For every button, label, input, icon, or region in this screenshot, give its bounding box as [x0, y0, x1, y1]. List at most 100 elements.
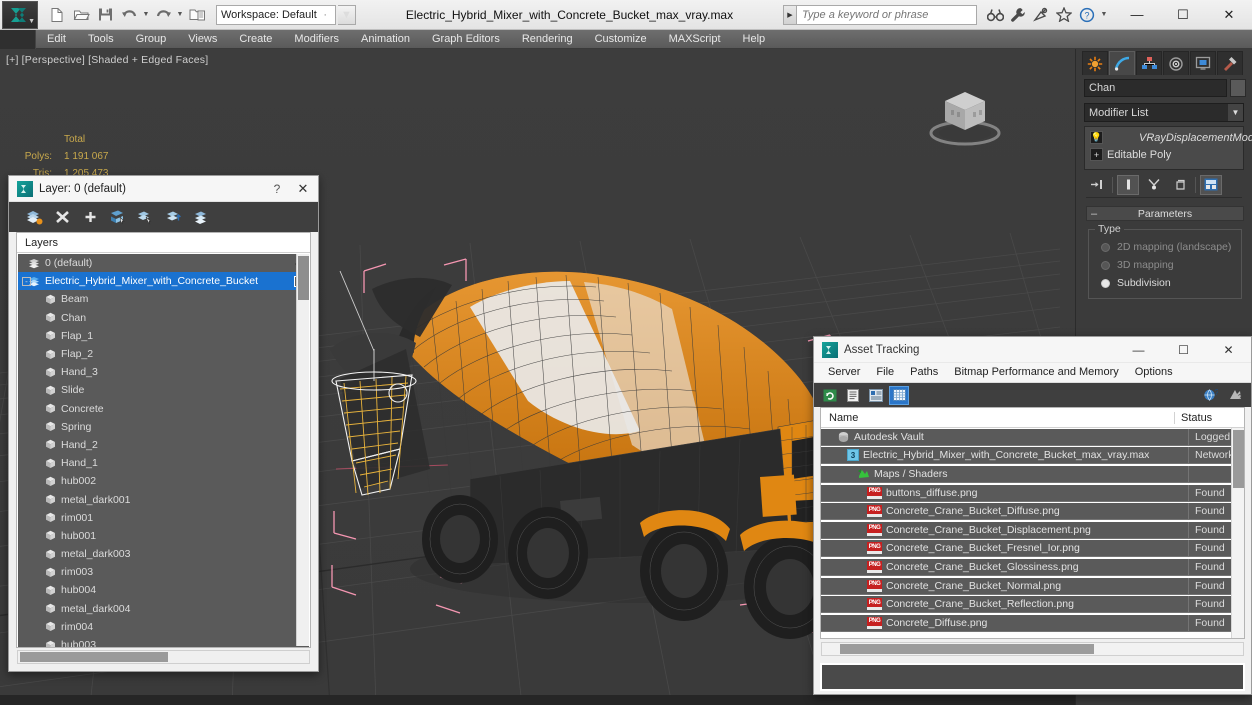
- create-new-layer-icon[interactable]: [21, 205, 47, 229]
- hierarchy-tab[interactable]: [1136, 51, 1162, 75]
- wrench-icon[interactable]: [1008, 5, 1028, 25]
- search-dropdown-icon[interactable]: ▶: [783, 4, 797, 25]
- select-highlighted-layers-icon[interactable]: [133, 205, 159, 229]
- layer-row[interactable]: Hand_3: [18, 363, 309, 381]
- close-button[interactable]: ✕: [288, 181, 318, 197]
- workspace-selector[interactable]: Workspace: Default ·: [216, 4, 336, 25]
- menu-item-create[interactable]: Create: [228, 30, 283, 49]
- asset-tracking-titlebar[interactable]: Asset Tracking — ☐ ✕: [814, 337, 1251, 363]
- remove-modifier-icon[interactable]: [1169, 174, 1191, 195]
- scrollbar-thumb[interactable]: [298, 256, 309, 300]
- list-view-icon[interactable]: [843, 386, 863, 405]
- make-unique-icon[interactable]: [1143, 174, 1165, 195]
- grid-view-icon[interactable]: [889, 385, 909, 405]
- modify-tab[interactable]: [1109, 51, 1135, 75]
- asset-list-vertical-scrollbar[interactable]: [1231, 428, 1244, 638]
- asset-rows-container[interactable]: Autodesk Vault Logged 3 Electric_Hybrid_Mi…: [821, 428, 1244, 638]
- menu-item-bitmap-performance-and-memory[interactable]: Bitmap Performance and Memory: [946, 363, 1126, 382]
- stack-item-vraydisplacementmod[interactable]: 💡 VRayDisplacementMod: [1087, 129, 1252, 146]
- new-file-icon[interactable]: [46, 4, 68, 26]
- layer-row[interactable]: Hand_2: [18, 436, 309, 454]
- redo-dropdown-caret-icon[interactable]: ▼: [176, 11, 184, 18]
- layer-row[interactable]: Spring: [18, 418, 309, 436]
- layer-row[interactable]: Concrete: [18, 400, 309, 418]
- star-icon[interactable]: [1054, 5, 1074, 25]
- layer-row[interactable]: 0 (default)✓: [18, 254, 309, 272]
- layer-row[interactable]: hub002: [18, 472, 309, 490]
- layer-dialog-titlebar[interactable]: Layer: 0 (default) ? ✕: [9, 176, 318, 202]
- stack-item-editable-poly[interactable]: + Editable Poly: [1087, 146, 1241, 163]
- save-file-icon[interactable]: [94, 4, 116, 26]
- radio-2d-mapping[interactable]: 2D mapping (landscape): [1095, 238, 1235, 256]
- asset-tracking-dialog[interactable]: Asset Tracking — ☐ ✕ Server File Paths B…: [813, 336, 1252, 695]
- layer-row[interactable]: metal_dark001: [18, 490, 309, 508]
- display-tab[interactable]: [1190, 51, 1216, 75]
- configure-modifier-sets-icon[interactable]: [1200, 174, 1222, 195]
- menu-item-animation[interactable]: Animation: [350, 30, 421, 49]
- radio-3d-mapping[interactable]: 3D mapping: [1095, 256, 1235, 274]
- viewport-label[interactable]: [+] [Perspective] [Shaded + Edged Faces]: [6, 54, 208, 66]
- column-header-status[interactable]: Status: [1174, 411, 1230, 424]
- layer-row[interactable]: rim003: [18, 563, 309, 581]
- layer-row[interactable]: hub004: [18, 581, 309, 599]
- object-name-field[interactable]: Chan: [1084, 79, 1227, 97]
- asset-row[interactable]: PNG Concrete_Crane_Bucket_Reflection.png F…: [821, 595, 1244, 614]
- detail-view-icon[interactable]: [866, 386, 886, 405]
- expander-icon[interactable]: -: [22, 276, 31, 286]
- layer-rows-container[interactable]: 0 (default)✓ - Electric_Hybrid_Mixer_with_…: [18, 254, 309, 647]
- modifier-stack[interactable]: 💡 VRayDisplacementMod + Editable Poly: [1084, 126, 1252, 170]
- layer-list[interactable]: Layers 0 (default)✓ - Electric_Hybrid_Mixe…: [16, 232, 311, 648]
- plus-expander-icon[interactable]: +: [1090, 148, 1103, 161]
- viewcube-icon[interactable]: [917, 77, 1013, 153]
- binoculars-icon[interactable]: [985, 5, 1005, 25]
- show-end-result-icon[interactable]: [1117, 174, 1139, 195]
- set-project-folder-icon[interactable]: [186, 4, 208, 26]
- layer-row[interactable]: Beam: [18, 290, 309, 308]
- radio-subdivision[interactable]: Subdivision: [1095, 274, 1235, 292]
- close-button[interactable]: ✕: [1206, 0, 1252, 30]
- utilities-tab[interactable]: [1217, 51, 1243, 75]
- layer-row[interactable]: Flap_1: [18, 327, 309, 345]
- asset-row[interactable]: PNG Concrete_Crane_Bucket_Diffuse.png Foun…: [821, 502, 1244, 521]
- delete-highlighted-layer-icon[interactable]: [49, 205, 75, 229]
- layer-row[interactable]: rim004: [18, 618, 309, 636]
- menu-item-modifiers[interactable]: Modifiers: [283, 30, 350, 49]
- undo-dropdown-caret-icon[interactable]: ▼: [142, 11, 150, 18]
- layer-row[interactable]: metal_dark003: [18, 545, 309, 563]
- refresh-icon[interactable]: [820, 386, 840, 405]
- asset-list-horizontal-scrollbar[interactable]: [821, 642, 1244, 656]
- layer-row[interactable]: Flap_2: [18, 345, 309, 363]
- asset-row[interactable]: PNG buttons_diffuse.png Found: [821, 484, 1244, 503]
- asset-row[interactable]: PNG Concrete_Crane_Bucket_Fresnel_Ior.png…: [821, 540, 1244, 559]
- asset-row[interactable]: PNG Concrete_Crane_Bucket_Glossiness.png F…: [821, 558, 1244, 577]
- pin-stack-icon[interactable]: [1086, 174, 1108, 195]
- layer-row[interactable]: - Electric_Hybrid_Mixer_with_Concrete_Buc…: [18, 272, 309, 291]
- menu-item-edit[interactable]: Edit: [36, 30, 77, 49]
- minimize-button[interactable]: —: [1116, 337, 1161, 363]
- motion-tab[interactable]: [1163, 51, 1189, 75]
- satellite-icon[interactable]: [1031, 5, 1051, 25]
- layer-row[interactable]: Hand_1: [18, 454, 309, 472]
- menu-item-help[interactable]: Help: [732, 30, 777, 49]
- maximize-button[interactable]: ☐: [1161, 337, 1206, 363]
- application-menu-button[interactable]: ▼: [2, 0, 38, 29]
- asset-row[interactable]: PNG Concrete_Diffuse.png Found: [821, 614, 1244, 633]
- select-objects-in-layer-icon[interactable]: [105, 205, 131, 229]
- menu-item-tools[interactable]: Tools: [77, 30, 125, 49]
- object-color-swatch[interactable]: [1230, 79, 1246, 97]
- layer-list-horizontal-scrollbar[interactable]: [17, 650, 310, 664]
- layer-row[interactable]: hub003: [18, 636, 309, 647]
- workspace-dropdown-icon[interactable]: ▼: [338, 4, 356, 25]
- help-button[interactable]: ?: [266, 182, 288, 196]
- scrollbar-thumb[interactable]: [1233, 430, 1244, 488]
- layer-row[interactable]: metal_dark004: [18, 600, 309, 618]
- undo-icon[interactable]: [118, 4, 140, 26]
- help-icon[interactable]: ?: [1077, 5, 1097, 25]
- maximize-button[interactable]: ☐: [1160, 0, 1206, 30]
- asset-row[interactable]: Autodesk Vault Logged: [821, 428, 1244, 447]
- menu-item-group[interactable]: Group: [125, 30, 178, 49]
- menu-item-customize[interactable]: Customize: [584, 30, 658, 49]
- layer-row[interactable]: Slide: [18, 381, 309, 399]
- asset-row[interactable]: 3 Electric_Hybrid_Mixer_with_Concrete_Buc…: [821, 447, 1244, 466]
- add-selected-objects-icon[interactable]: [77, 205, 103, 229]
